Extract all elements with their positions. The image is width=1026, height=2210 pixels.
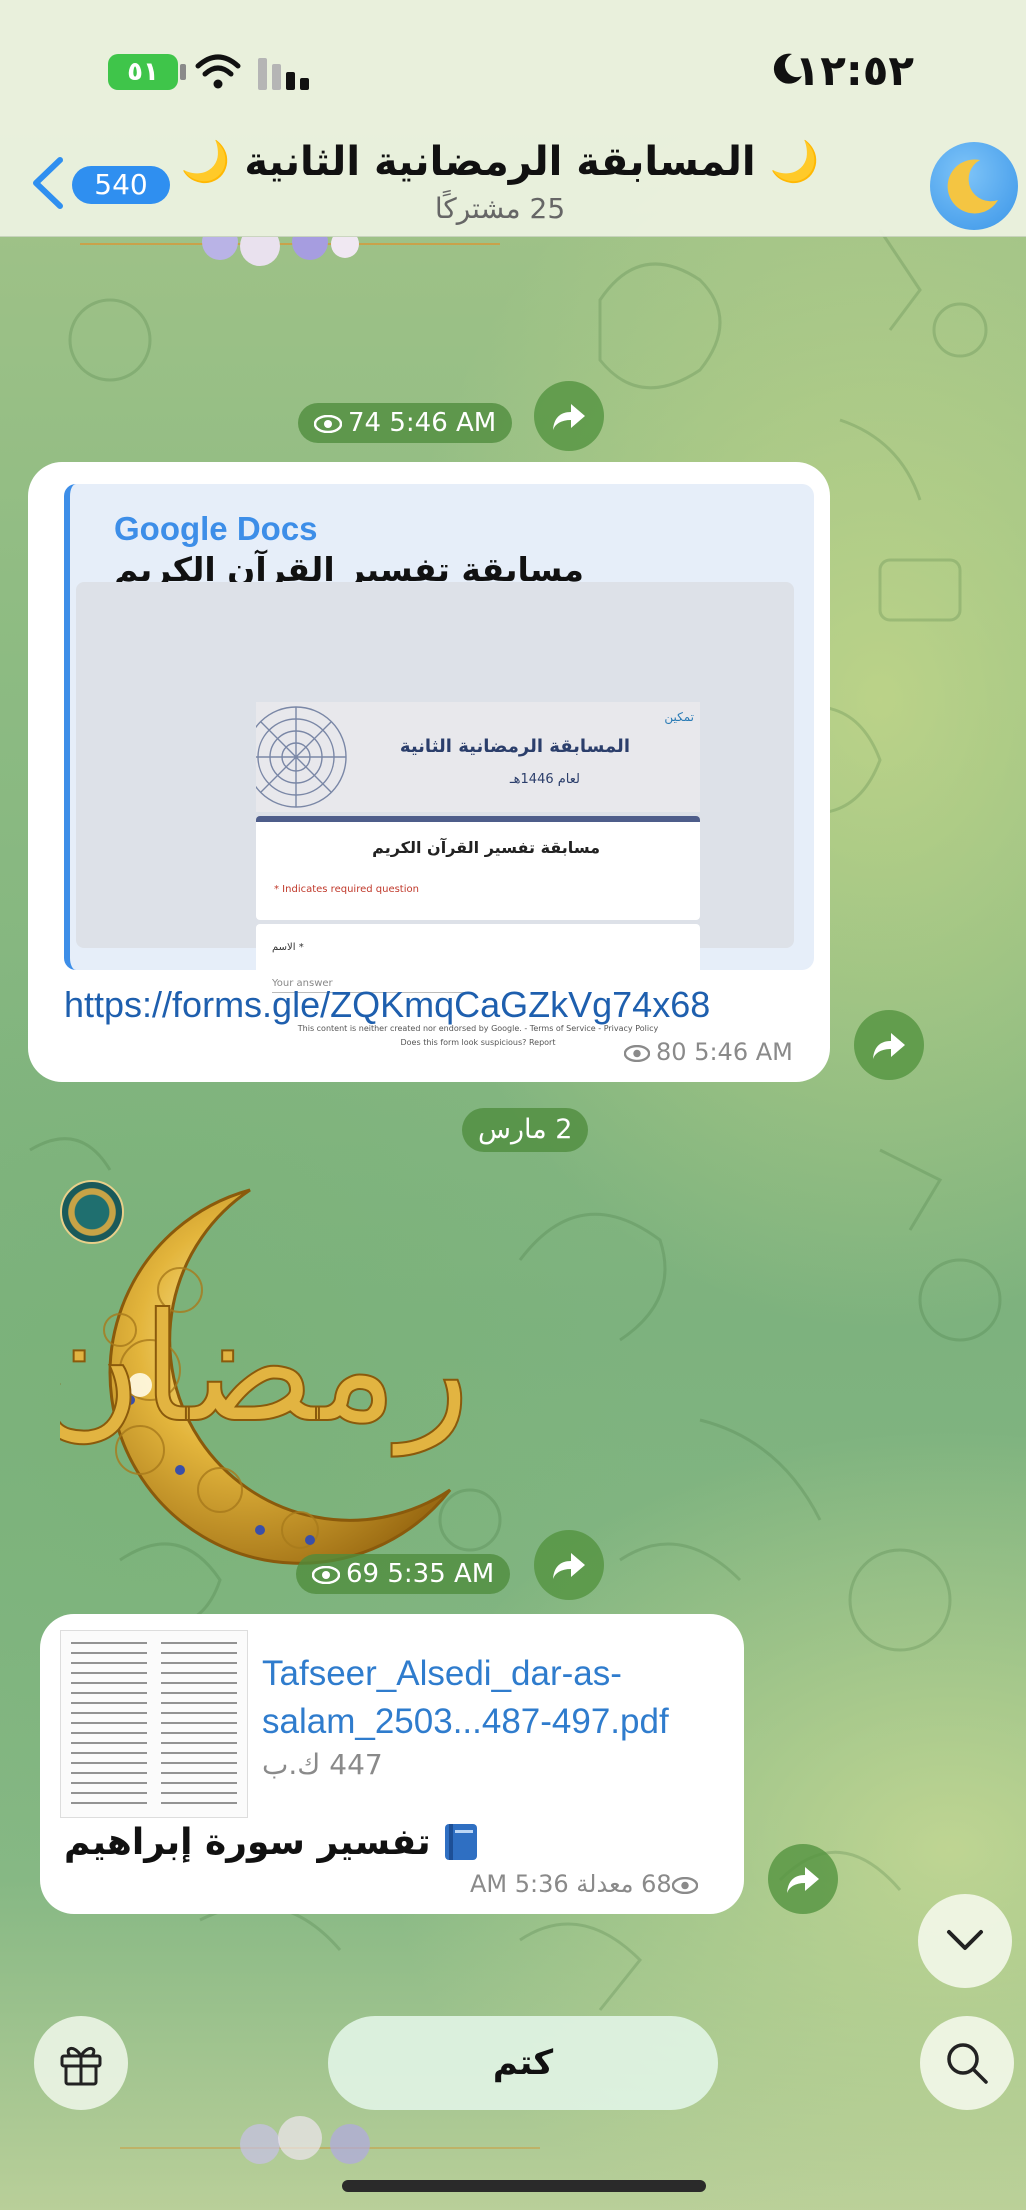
- mandala-pattern: [256, 706, 347, 808]
- preview-image[interactable]: تمكين المسابقة الرمضانية الثانية لعام 14…: [76, 582, 794, 1047]
- file-name[interactable]: Tafseer_Alsedi_dar-as-salam_2503...487-4…: [262, 1650, 732, 1746]
- share-arrow-icon: [553, 1553, 585, 1579]
- back-button[interactable]: 540: [30, 150, 170, 216]
- status-time: ١٢:٥٢: [794, 46, 914, 95]
- eye-icon: [312, 1566, 340, 1584]
- subscriber-count: 25 مشتركًا: [434, 192, 566, 225]
- share-arrow-icon: [787, 1867, 819, 1893]
- sticker-text: ٢ رمضان: [60, 1282, 480, 1457]
- form-banner-title: المسابقة الرمضانية الثانية: [399, 736, 630, 757]
- chat-header: ١٢:٥٢ ٥١ 540 🌙 المسابقة الرمضانية الثاني…: [0, 0, 1026, 237]
- views-count: 69: [346, 1559, 380, 1589]
- message-link-url[interactable]: https://forms.gle/ZQKmqCaGZkVg74x68: [64, 984, 710, 1026]
- channel-avatar[interactable]: [930, 142, 1018, 230]
- views-time-chip: 69 5:35 AM: [296, 1554, 511, 1594]
- message-time: 5:46 AM: [694, 1038, 793, 1066]
- unread-count-badge: 540: [72, 166, 170, 204]
- share-arrow-icon: [873, 1033, 905, 1059]
- mute-button[interactable]: كتم: [328, 2016, 718, 2110]
- form-header-banner: تمكين المسابقة الرمضانية الثانية لعام 14…: [256, 702, 700, 812]
- message-time: 5:35 AM: [387, 1559, 495, 1589]
- required-note: * Indicates required question: [274, 884, 419, 895]
- eye-icon: [624, 1045, 650, 1062]
- chevron-left-icon: [33, 157, 63, 209]
- bottom-decoration: [120, 2116, 540, 2164]
- form-title-card: مسابقة تفسير القرآن الكريم * Indicates r…: [256, 816, 700, 920]
- form-logo: تمكين: [664, 710, 694, 724]
- views-count: 80: [656, 1038, 687, 1066]
- preview-site-name: Google Docs: [114, 510, 318, 547]
- eye-icon: [314, 415, 342, 433]
- ramadan-crescent-sticker[interactable]: ٢ رمضان: [60, 1170, 480, 1570]
- battery-indicator: ٥١: [108, 54, 178, 90]
- pdf-thumbnail[interactable]: [60, 1630, 248, 1818]
- date-separator: 2 مارس: [462, 1108, 589, 1152]
- form-banner-year: لعام 1446هـ: [509, 772, 580, 787]
- search-icon: [947, 2043, 988, 2084]
- home-indicator: [342, 2180, 706, 2192]
- message-meta-text: 68 معدلة AM 5:36: [470, 1870, 672, 1898]
- views-time-chip: 74 5:46 AM: [298, 403, 513, 443]
- forward-button[interactable]: [768, 1844, 838, 1914]
- search-button[interactable]: [920, 2016, 1014, 2110]
- chevron-down-icon: [947, 1930, 983, 1950]
- forward-button[interactable]: [854, 1010, 924, 1080]
- message-time: 5:46 AM: [389, 408, 497, 438]
- gift-button[interactable]: [34, 2016, 128, 2110]
- book-icon: [445, 1824, 478, 1860]
- message-meta: 68 معدلة AM 5:36: [470, 1870, 704, 1898]
- file-caption: تفسير سورة إبراهيم: [64, 1822, 684, 1863]
- form-field-label: الاسم *: [272, 942, 304, 953]
- wifi-icon: [195, 54, 241, 89]
- views-count: 74: [348, 408, 382, 438]
- crescent-moon-icon: [947, 159, 998, 214]
- share-arrow-icon: [553, 404, 585, 430]
- eye-icon: [671, 1877, 698, 1894]
- sticker-edge-decoration: [80, 236, 500, 266]
- file-caption-text: تفسير سورة إبراهيم: [64, 1822, 431, 1863]
- battery-cap: [180, 64, 186, 80]
- gift-icon: [60, 2047, 102, 2086]
- file-size: 447 ك.ب: [262, 1748, 383, 1781]
- channel-title[interactable]: 🌙 المسابقة الرمضانية الثانية 🌙: [180, 138, 820, 185]
- scroll-to-bottom-button[interactable]: [918, 1894, 1012, 1988]
- form-title: مسابقة تفسير القرآن الكريم: [372, 838, 600, 857]
- cellular-signal-icon: [258, 58, 309, 90]
- channel-logo-badge: [60, 1180, 124, 1244]
- forward-button[interactable]: [534, 381, 604, 451]
- message-meta: 80 5:46 AM: [624, 1038, 793, 1066]
- forward-button[interactable]: [534, 1530, 604, 1600]
- link-message-bubble: Google Docs مسابقة تفسير القرآن الكريم ت…: [28, 462, 830, 1082]
- file-message-bubble: Tafseer_Alsedi_dar-as-salam_2503...487-4…: [40, 1614, 744, 1914]
- pdf-page-preview: [71, 1642, 237, 1804]
